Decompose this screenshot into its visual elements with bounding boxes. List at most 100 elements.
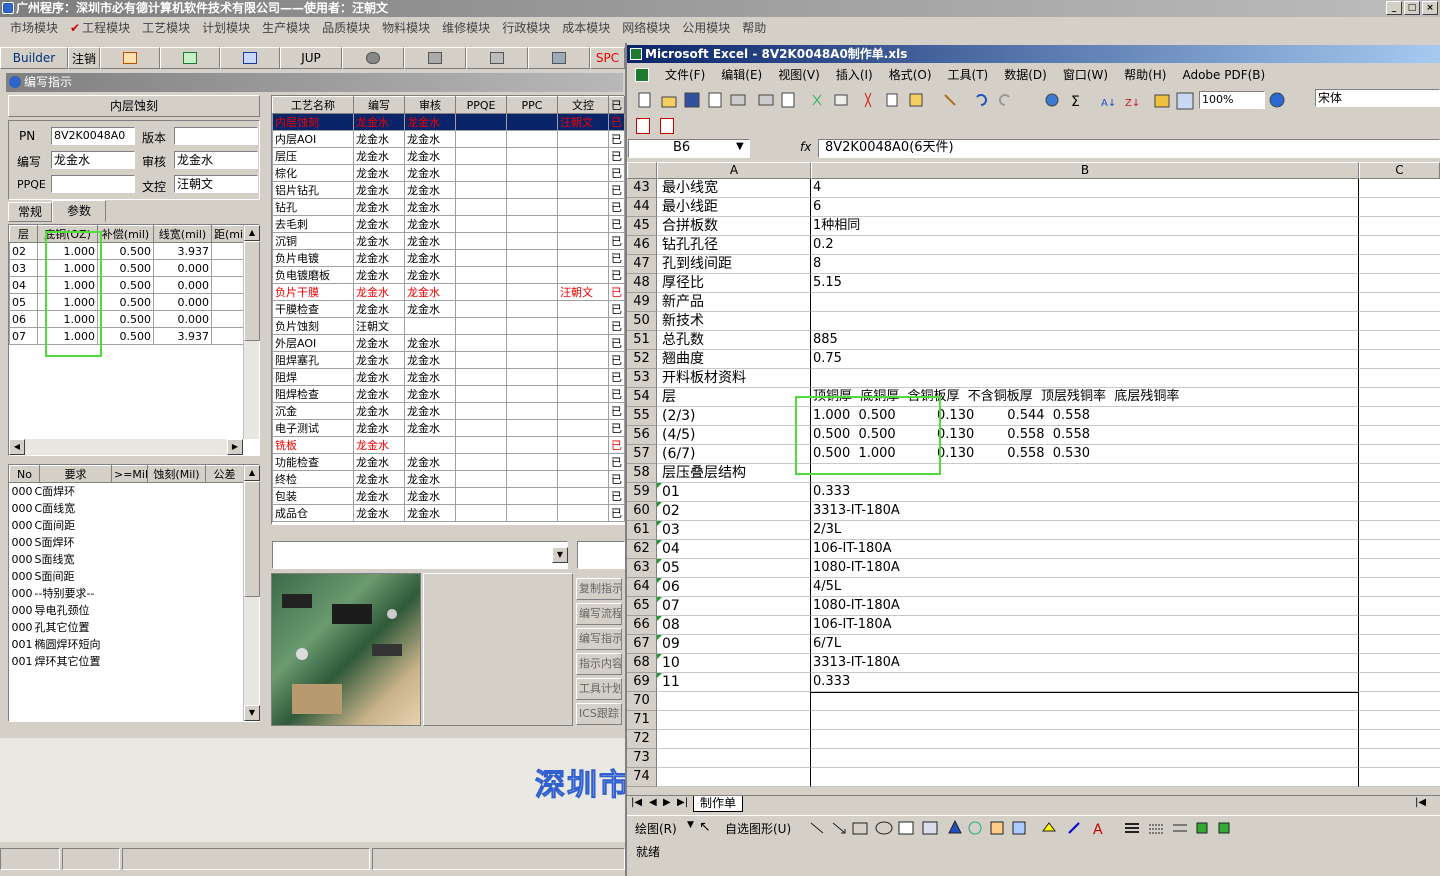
cell-b[interactable]: 2/3L — [811, 521, 1359, 540]
cell-b[interactable]: 885 — [811, 331, 1359, 350]
cell-a[interactable]: 03 — [657, 521, 811, 540]
menu-item[interactable]: 网络模块 — [616, 19, 676, 36]
req-col-header[interactable]: No — [9, 465, 40, 483]
row-header[interactable]: 57 — [627, 445, 657, 464]
table-row[interactable]: 铣板 龙金水 已 — [272, 436, 625, 454]
row-header[interactable]: 56 — [627, 426, 657, 445]
table-row[interactable]: 内层蚀刻 龙金水 龙金水 汪朝文已 — [272, 113, 625, 131]
row-header[interactable]: 53 — [627, 369, 657, 388]
table-row[interactable]: 000 S面间距 — [10, 568, 244, 585]
side-button[interactable]: 指示内容 — [576, 653, 622, 675]
formula-bar[interactable]: 8V2K0048A0(6天件) — [818, 139, 1440, 158]
table-row[interactable]: 铝片钻孔 龙金水 龙金水已 — [272, 181, 625, 199]
row-header[interactable]: 72 — [627, 730, 657, 749]
cell-a[interactable]: 新产品 — [657, 293, 811, 312]
cell-a[interactable]: 孔到线间距 — [657, 255, 811, 274]
req-col-header[interactable]: >=Mil — [111, 465, 148, 483]
cell-a[interactable]: (6/7) — [657, 445, 811, 464]
cell-c[interactable] — [1359, 331, 1440, 350]
layer-col-header[interactable]: 层 — [9, 225, 38, 243]
cell-b[interactable] — [811, 730, 1359, 749]
cell-b[interactable] — [811, 369, 1359, 388]
side-button[interactable]: 工具计划 — [576, 678, 622, 700]
layer-vscroll[interactable]: ▲ — [243, 225, 260, 439]
table-row[interactable]: 棕化 龙金水 龙金水已 — [272, 164, 625, 182]
process-col-header[interactable]: 工艺名称 — [272, 96, 354, 114]
row-header[interactable]: 59 — [627, 483, 657, 502]
excel-menu-item[interactable]: 窗口(W) — [1055, 66, 1116, 83]
cell-a[interactable]: 合拼板数 — [657, 217, 811, 236]
next-sheet-icon[interactable]: ▶ — [663, 797, 671, 808]
cell-a[interactable]: 层 — [657, 388, 811, 407]
cell-b[interactable] — [811, 749, 1359, 768]
row-header[interactable]: 43 — [627, 179, 657, 198]
cell-a[interactable]: 翘曲度 — [657, 350, 811, 369]
row-header[interactable]: 62 — [627, 540, 657, 559]
cell-c[interactable] — [1359, 179, 1440, 198]
cell-b[interactable]: 0.2 — [811, 236, 1359, 255]
cell-b[interactable]: 6/7L — [811, 635, 1359, 654]
req-vscroll[interactable]: ▲ ▼ — [243, 465, 260, 721]
table-row[interactable]: 阻焊塞孔 龙金水 龙金水已 — [272, 351, 625, 369]
side-button[interactable]: 编写指示 — [576, 628, 622, 650]
pdf-icon[interactable] — [636, 118, 650, 134]
cell-c[interactable] — [1359, 426, 1440, 445]
cell-c[interactable] — [1359, 217, 1440, 236]
cell-b[interactable]: 6 — [811, 198, 1359, 217]
menu-item[interactable]: 市场模块 — [4, 19, 64, 36]
table-row[interactable]: 电子测试 龙金水 龙金水已 — [272, 419, 625, 437]
database-button[interactable] — [404, 47, 466, 69]
table-row[interactable]: 层压 龙金水 龙金水已 — [272, 147, 625, 165]
cell-a[interactable] — [657, 711, 811, 730]
cell-b[interactable]: 3313-IT-180A — [811, 502, 1359, 521]
table-row[interactable]: 000 C面焊环 — [10, 483, 244, 500]
cell-b[interactable]: 5.15 — [811, 274, 1359, 293]
row-header[interactable]: 63 — [627, 559, 657, 578]
restore-button[interactable]: □ — [1404, 1, 1420, 15]
row-header[interactable]: 66 — [627, 616, 657, 635]
row-header[interactable]: 61 — [627, 521, 657, 540]
table-row[interactable]: 去毛刺 龙金水 龙金水已 — [272, 215, 625, 233]
table-row[interactable]: 沉金 龙金水 龙金水已 — [272, 402, 625, 420]
row-header[interactable]: 68 — [627, 654, 657, 673]
cell-a[interactable] — [657, 692, 811, 711]
row-header[interactable]: 47 — [627, 255, 657, 274]
req-col-header[interactable]: 公差 — [205, 465, 244, 483]
row-header[interactable]: 67 — [627, 635, 657, 654]
process-col-header[interactable]: 已 — [608, 96, 625, 114]
chevron-down-icon[interactable]: ▼ — [687, 820, 694, 830]
cell-c[interactable] — [1359, 255, 1440, 274]
excel-menu-item[interactable]: Adobe PDF(B) — [1174, 68, 1273, 82]
tab-parameters[interactable]: 参数 — [52, 200, 106, 222]
excel-menu-item[interactable]: 插入(I) — [828, 66, 881, 83]
side-button[interactable]: ICS跟踪 — [576, 703, 622, 725]
row-header[interactable]: 49 — [627, 293, 657, 312]
cell-a[interactable]: 11 — [657, 673, 811, 692]
select-arrow-icon[interactable]: ↖ — [699, 819, 711, 835]
menu-item[interactable]: ✔ 工程模块 — [64, 19, 136, 36]
cell-c[interactable] — [1359, 312, 1440, 331]
menu-item[interactable]: 行政模块 — [496, 19, 556, 36]
cell-b[interactable]: 3313-IT-180A — [811, 654, 1359, 673]
report-button[interactable] — [100, 47, 160, 69]
cell-a[interactable]: 09 — [657, 635, 811, 654]
scroll-thumb[interactable] — [244, 481, 260, 597]
process-col-header[interactable]: 文控 — [557, 96, 609, 114]
ppqe-field[interactable] — [51, 175, 135, 193]
column-header-c[interactable]: C — [1359, 162, 1440, 179]
layer-col-header[interactable]: 距(mi — [211, 225, 244, 243]
side-button[interactable]: 编写流程 — [576, 603, 622, 625]
column-header-b[interactable]: B — [811, 162, 1359, 179]
cell-c[interactable] — [1359, 350, 1440, 369]
close-button[interactable]: × — [1422, 1, 1438, 15]
pdf-email-icon[interactable] — [660, 118, 674, 134]
cell-c[interactable] — [1359, 578, 1440, 597]
row-header[interactable]: 64 — [627, 578, 657, 597]
cell-a[interactable]: 最小线距 — [657, 198, 811, 217]
row-header[interactable]: 58 — [627, 464, 657, 483]
row-header[interactable]: 51 — [627, 331, 657, 350]
table-row[interactable]: 000 导电孔颈位 — [10, 602, 244, 619]
process-combo[interactable] — [272, 541, 568, 569]
cell-c[interactable] — [1359, 521, 1440, 540]
computer-button[interactable] — [528, 47, 590, 69]
